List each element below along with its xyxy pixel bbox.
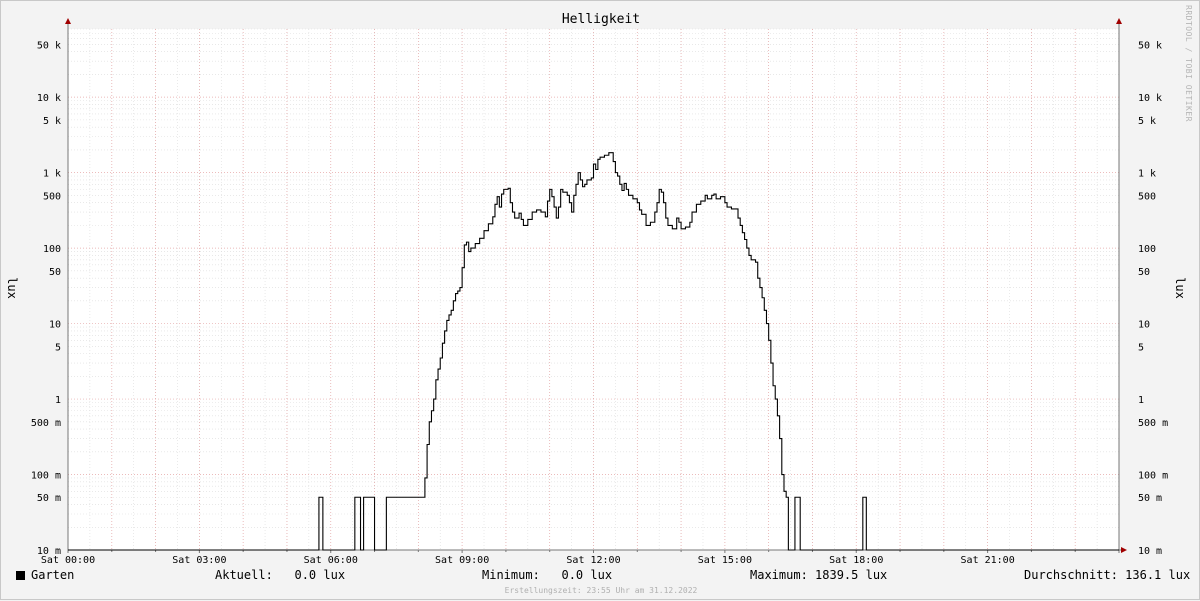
y-tick-label-left: 100 m — [31, 471, 61, 482]
x-tick-label: Sat 12:00 — [566, 555, 620, 566]
x-tick-label: Sat 09:00 — [435, 555, 489, 566]
y-tick-label-right: 100 m — [1138, 471, 1168, 482]
y-tick-label-left: 500 m — [31, 418, 61, 429]
y-tick-label-left: 10 — [49, 320, 61, 331]
y-tick-label-left: 50 m — [37, 493, 61, 504]
legend-durchschnitt: Durchschnitt: 136.1 lux — [1024, 568, 1191, 582]
x-tick-label: Sat 03:00 — [172, 555, 226, 566]
y-axis-arrow-left — [65, 18, 71, 24]
x-tick-label: Sat 18:00 — [829, 555, 883, 566]
y-tick-label-left: 500 — [43, 191, 61, 202]
y-tick-label-right: 500 — [1138, 191, 1156, 202]
x-axis-arrow — [1121, 547, 1127, 553]
legend-maximum: Maximum: 1839.5 lux — [750, 568, 888, 582]
footer-timestamp: Erstellungszeit: 23:55 Uhr am 31.12.2022 — [504, 586, 698, 595]
y-tick-label-right: 10 m — [1138, 546, 1162, 557]
y-tick-label-left: 10 k — [37, 93, 61, 104]
y-tick-label-left: 5 k — [43, 116, 61, 127]
y-tick-label-left: 50 k — [37, 40, 61, 51]
x-tick-label: Sat 15:00 — [698, 555, 752, 566]
y-tick-label-right: 500 m — [1138, 418, 1168, 429]
y-tick-label-left: 100 — [43, 244, 61, 255]
legend-color-swatch — [16, 571, 25, 580]
legend-aktuell: Aktuell: 0.0 lux — [215, 568, 346, 582]
x-tick-label: Sat 06:00 — [304, 555, 358, 566]
x-tick-label: Sat 21:00 — [961, 555, 1015, 566]
y-tick-label-right: 10 k — [1138, 93, 1162, 104]
y-tick-label-left: 1 — [55, 395, 61, 406]
y-tick-label-left: 5 — [55, 342, 61, 353]
graph-canvas: Helligkeit lux lux RRDTOOL / TOBI OETIKE… — [0, 0, 1200, 600]
y-tick-label-right: 1 k — [1138, 169, 1156, 180]
y-tick-label-left: 50 — [49, 267, 61, 278]
x-tick-label: Sat 00:00 — [41, 555, 95, 566]
y-tick-label-right: 50 m — [1138, 493, 1162, 504]
y-tick-label-right: 5 k — [1138, 116, 1156, 127]
legend-series-name: Garten — [31, 568, 75, 582]
y-tick-label-right: 10 — [1138, 320, 1150, 331]
y-tick-label-right: 5 — [1138, 342, 1144, 353]
y-tick-label-right: 1 — [1138, 395, 1144, 406]
legend-minimum: Minimum: 0.0 lux — [482, 568, 613, 582]
chart-area: 50 k 50 k 10 k 10 k 5 k 5 k 1 k 1 k 500 500 100 100… — [31, 18, 1168, 566]
y-tick-label-left: 1 k — [43, 169, 61, 180]
y-tick-label-right: 100 — [1138, 244, 1156, 255]
y-tick-label-right: 50 k — [1138, 40, 1162, 51]
grid-layer — [67, 28, 1120, 551]
y-tick-label-right: 50 — [1138, 267, 1150, 278]
y-axis-arrow-right — [1116, 18, 1122, 24]
